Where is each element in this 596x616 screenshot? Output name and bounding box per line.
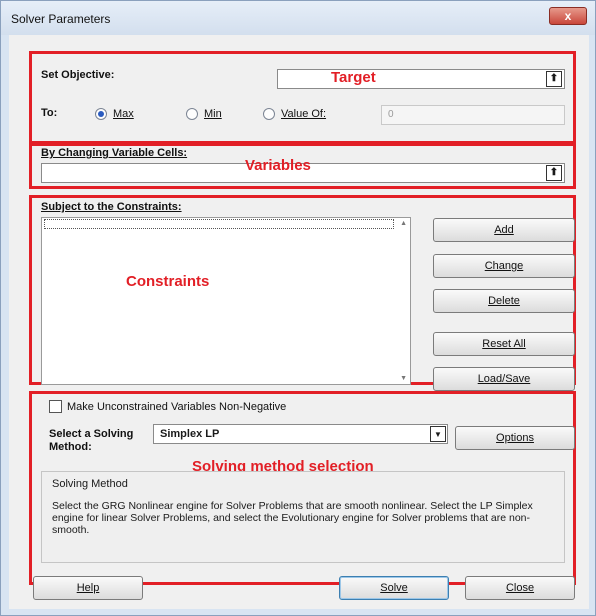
solving-method-description-group: Solving Method Select the GRG Nonlinear … — [41, 471, 565, 563]
collapse-dialog-icon[interactable]: ⬆ — [546, 165, 562, 181]
options-button[interactable]: Options — [455, 426, 575, 450]
title-bar: Solver Parameters x — [1, 1, 595, 35]
scroll-down-icon[interactable]: ▼ — [400, 375, 407, 382]
set-objective-label: Set Objective: — [41, 69, 115, 81]
objective-field[interactable]: ⬆ — [277, 69, 565, 89]
solve-button[interactable]: Solve — [339, 576, 449, 600]
constraints-list[interactable]: ▲ ▼ — [41, 217, 411, 385]
close-button[interactable]: Close — [465, 576, 575, 600]
value-of-input[interactable]: 0 — [381, 105, 565, 125]
min-radio[interactable] — [186, 108, 198, 120]
value-of-radio-label[interactable]: Value Of: — [281, 108, 326, 120]
nonnegative-label[interactable]: Make Unconstrained Variables Non-Negativ… — [67, 401, 286, 413]
annotation-target: Target — [331, 69, 376, 86]
min-radio-label[interactable]: Min — [204, 108, 222, 120]
solving-method-description: Select the GRG Nonlinear engine for Solv… — [52, 500, 533, 536]
dialog-body: Set Objective: ⬆ Target To: Max Min Valu… — [9, 35, 589, 609]
delete-button[interactable]: Delete — [433, 289, 575, 313]
scroll-up-icon[interactable]: ▲ — [400, 220, 407, 227]
load-save-button[interactable]: Load/Save — [433, 367, 575, 391]
window-title: Solver Parameters — [11, 12, 111, 26]
to-label: To: — [41, 107, 58, 119]
list-focus-row — [44, 219, 394, 229]
max-radio[interactable] — [95, 108, 107, 120]
target-highlight-box — [29, 51, 576, 144]
solving-method-group-title: Solving Method — [52, 478, 128, 490]
solver-parameters-dialog: Solver Parameters x Set Objective: ⬆ Tar… — [0, 0, 596, 616]
reset-all-button[interactable]: Reset All — [433, 332, 575, 356]
solving-method-select[interactable]: Simplex LP ▼ — [153, 424, 448, 444]
changing-cells-label: By Changing Variable Cells: — [41, 147, 188, 159]
annotation-variables: Variables — [245, 157, 311, 174]
add-button[interactable]: Add — [433, 218, 575, 242]
solving-method-label-line2: Method: — [49, 441, 92, 453]
constraints-label: Subject to the Constraints: — [41, 201, 182, 213]
dropdown-arrow-icon[interactable]: ▼ — [430, 426, 446, 442]
change-button[interactable]: Change — [433, 254, 575, 278]
close-window-button[interactable]: x — [549, 7, 587, 25]
collapse-dialog-icon[interactable]: ⬆ — [546, 71, 562, 87]
value-of-radio[interactable] — [263, 108, 275, 120]
max-radio-label[interactable]: Max — [113, 108, 134, 120]
annotation-constraints: Constraints — [126, 273, 210, 290]
help-button[interactable]: Help — [33, 576, 143, 600]
solving-method-label-line1: Select a Solving — [49, 428, 134, 440]
nonnegative-checkbox[interactable] — [49, 400, 62, 413]
